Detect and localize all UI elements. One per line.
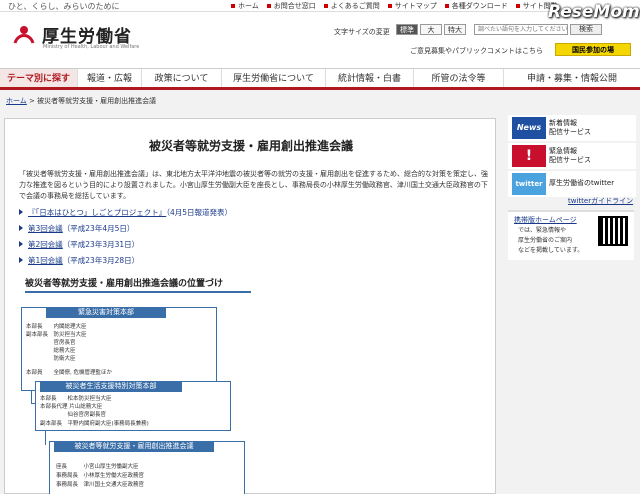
twitter-guideline-link[interactable]: twitterガイドライン — [568, 196, 633, 206]
font-size-label: 文字サイズの変更 — [334, 28, 390, 36]
sidebar-item-twitter[interactable]: twitter 厚生労働省のtwitter — [508, 171, 636, 197]
news-icon: News — [512, 117, 546, 139]
org-line: 防衛大臣 — [26, 356, 76, 362]
font-size-xlarge-button[interactable]: 特大 — [444, 24, 466, 35]
org-line: 本部長代理 片山総務大臣 — [40, 404, 103, 410]
gnav-statistics[interactable]: 統計情報・白書 — [326, 69, 414, 87]
global-nav: テーマ別に探す 報道・広報 政策について 厚生労働省について 統計情報・白書 所… — [0, 68, 640, 90]
org-chart-title: 被災者等就労支援・雇用創出推進会議の位置づけ — [25, 276, 251, 293]
twitter-icon: twitter — [512, 173, 546, 195]
sidebar-item-label: 緊急情報 配信サービス — [549, 147, 591, 164]
breadcrumb-separator: > — [29, 97, 35, 105]
breadcrumb: ホーム > 被災者等就労支援・雇用創出推進会議 — [6, 96, 156, 106]
gnav-laws[interactable]: 所管の法令等 — [414, 69, 504, 87]
alert-icon: ! — [512, 145, 546, 167]
utility-download-link[interactable]: 各種ダウンロード — [442, 0, 513, 12]
sidebar-item-label: 厚生労働省のtwitter — [549, 179, 615, 187]
mobile-site-text: では、緊急情報や 厚生労働省のご案内 などを掲載しています。 — [518, 227, 584, 254]
site-logo-english: Ministry of Health, Labour and Welfare — [43, 44, 140, 50]
org-box-emergency: 緊急災害対策本部 本部長 内閣総理大臣 副本部長 防災担当大臣 官房長官 総務大… — [21, 307, 217, 391]
meeting-3-link[interactable]: 第3回会議 — [28, 224, 63, 233]
org-line: 官房長官 — [26, 340, 76, 346]
org-box-employment: 被災者等就労支援・雇用創出推進会議 座長 小宮山厚生労働副大臣 事務局長 小林厚… — [49, 441, 245, 494]
search-input[interactable] — [474, 24, 568, 35]
utility-home-link[interactable]: ホーム — [228, 0, 264, 12]
list-item[interactable]: 『「日本はひとつ」しごとプロジェクト』（4月5日報道発表） — [19, 207, 232, 223]
org-box-relief: 被災者生活支援特別対策本部 本部長 松本防災担当大臣 本部長代理 片山総務大臣 … — [35, 381, 231, 431]
org-line: 本部員 全閣僚, 危機管理監ほか — [26, 370, 112, 376]
link-date: （4月5日報道発表） — [166, 208, 233, 217]
utility-sitemap-link[interactable]: サイトマップ — [385, 0, 442, 12]
meeting-links: 『「日本はひとつ」しごとプロジェクト』（4月5日報道発表） 第3回会議（平成23… — [19, 207, 232, 271]
meeting-2-link[interactable]: 第2回会議 — [28, 240, 63, 249]
utility-contact-link[interactable]: お問合せ窓口 — [264, 0, 321, 12]
kokumin-button[interactable]: 国民参加の場 — [555, 43, 631, 56]
search-button[interactable]: 検索 — [570, 24, 602, 35]
font-size-standard-button[interactable]: 標準 — [396, 24, 418, 35]
main-content: 被災者等就労支援・雇用創出推進会議 「被災者等就労支援・雇用創出推進会議」は、東… — [4, 118, 496, 494]
org-line: 座長 小宮山厚生労働副大臣 — [56, 464, 139, 470]
org-box-head: 被災者等就労支援・雇用創出推進会議 — [54, 441, 214, 452]
link-date: （平成23年3月31日） — [62, 240, 140, 249]
mobile-site-link[interactable]: 携帯版ホームページ — [514, 215, 577, 225]
link-date: （平成23年3月28日） — [62, 256, 140, 265]
gnav-press[interactable]: 報道・広報 — [78, 69, 142, 87]
top-bar: ひと、くらし、みらいのために ホーム お問合せ窓口 よくあるご質問 サイトマップ… — [0, 0, 640, 12]
sidebar-item-emergency[interactable]: ! 緊急情報 配信サービス — [508, 143, 636, 169]
list-item[interactable]: 第3回会議（平成23年4月5日） — [19, 223, 232, 239]
intro-text: 「被災者等就労支援・雇用創出推進会議」は、東北地方太平洋沖地震の被災者等の就労の… — [19, 170, 488, 200]
utility-nav: ホーム お問合せ窓口 よくあるご質問 サイトマップ 各種ダウンロード サイト閲覧 — [228, 0, 563, 12]
meeting-1-link[interactable]: 第1回会議 — [28, 256, 63, 265]
list-item[interactable]: 第1回会議（平成23年3月28日） — [19, 255, 232, 271]
org-line: 事務局長 小林厚生労働大臣政務官 — [56, 473, 145, 479]
page-title: 被災者等就労支援・雇用創出推進会議 — [148, 139, 353, 153]
mobile-site-box: 携帯版ホームページ では、緊急情報や 厚生労働省のご案内 などを掲載しています。 — [508, 210, 634, 260]
gnav-theme[interactable]: テーマ別に探す — [0, 69, 78, 87]
gnav-application[interactable]: 申請・募集・情報公開 — [504, 69, 640, 87]
tagline: ひと、くらし、みらいのために — [8, 2, 120, 11]
sidebar-item-label: 新着情報 配信サービス — [549, 119, 591, 136]
sidebar-item-news[interactable]: News 新着情報 配信サービス — [508, 115, 636, 141]
breadcrumb-current: 被災者等就労支援・雇用創出推進会議 — [37, 97, 157, 105]
project-link[interactable]: 『「日本はひとつ」しごとプロジェクト』 — [28, 208, 166, 217]
org-line: 仙谷官房副長官 — [40, 412, 107, 418]
org-line: 本部長 内閣総理大臣 — [26, 324, 87, 330]
org-box-head: 緊急災害対策本部 — [46, 307, 166, 318]
org-line: 副本部長 防災担当大臣 — [26, 332, 87, 338]
breadcrumb-home-link[interactable]: ホーム — [6, 97, 27, 105]
org-line: 本部長 松本防災担当大臣 — [40, 396, 112, 402]
opinion-link[interactable]: ご意見募集やパブリックコメントはこちら — [410, 46, 543, 56]
org-connector — [45, 431, 46, 445]
org-box-head: 被災者生活支援特別対策本部 — [40, 381, 182, 392]
org-line: 事務局長 津川国土交通大臣政務官 — [56, 482, 145, 488]
mhlw-logo-icon[interactable] — [12, 23, 36, 47]
gnav-about[interactable]: 厚生労働省について — [222, 69, 326, 87]
qr-code-icon — [598, 216, 628, 246]
link-date: （平成23年4月5日） — [62, 224, 135, 233]
org-line: 総務大臣 — [26, 348, 76, 354]
org-line: 副本部長 平野内閣府副大臣(事務局長兼務) — [40, 421, 149, 427]
list-item[interactable]: 第2回会議（平成23年3月31日） — [19, 239, 232, 255]
font-size-large-button[interactable]: 大 — [420, 24, 442, 35]
gnav-policy[interactable]: 政策について — [142, 69, 222, 87]
org-connector — [31, 391, 32, 403]
resemom-watermark: ReseMom — [548, 2, 640, 22]
utility-faq-link[interactable]: よくあるご質問 — [321, 0, 385, 12]
